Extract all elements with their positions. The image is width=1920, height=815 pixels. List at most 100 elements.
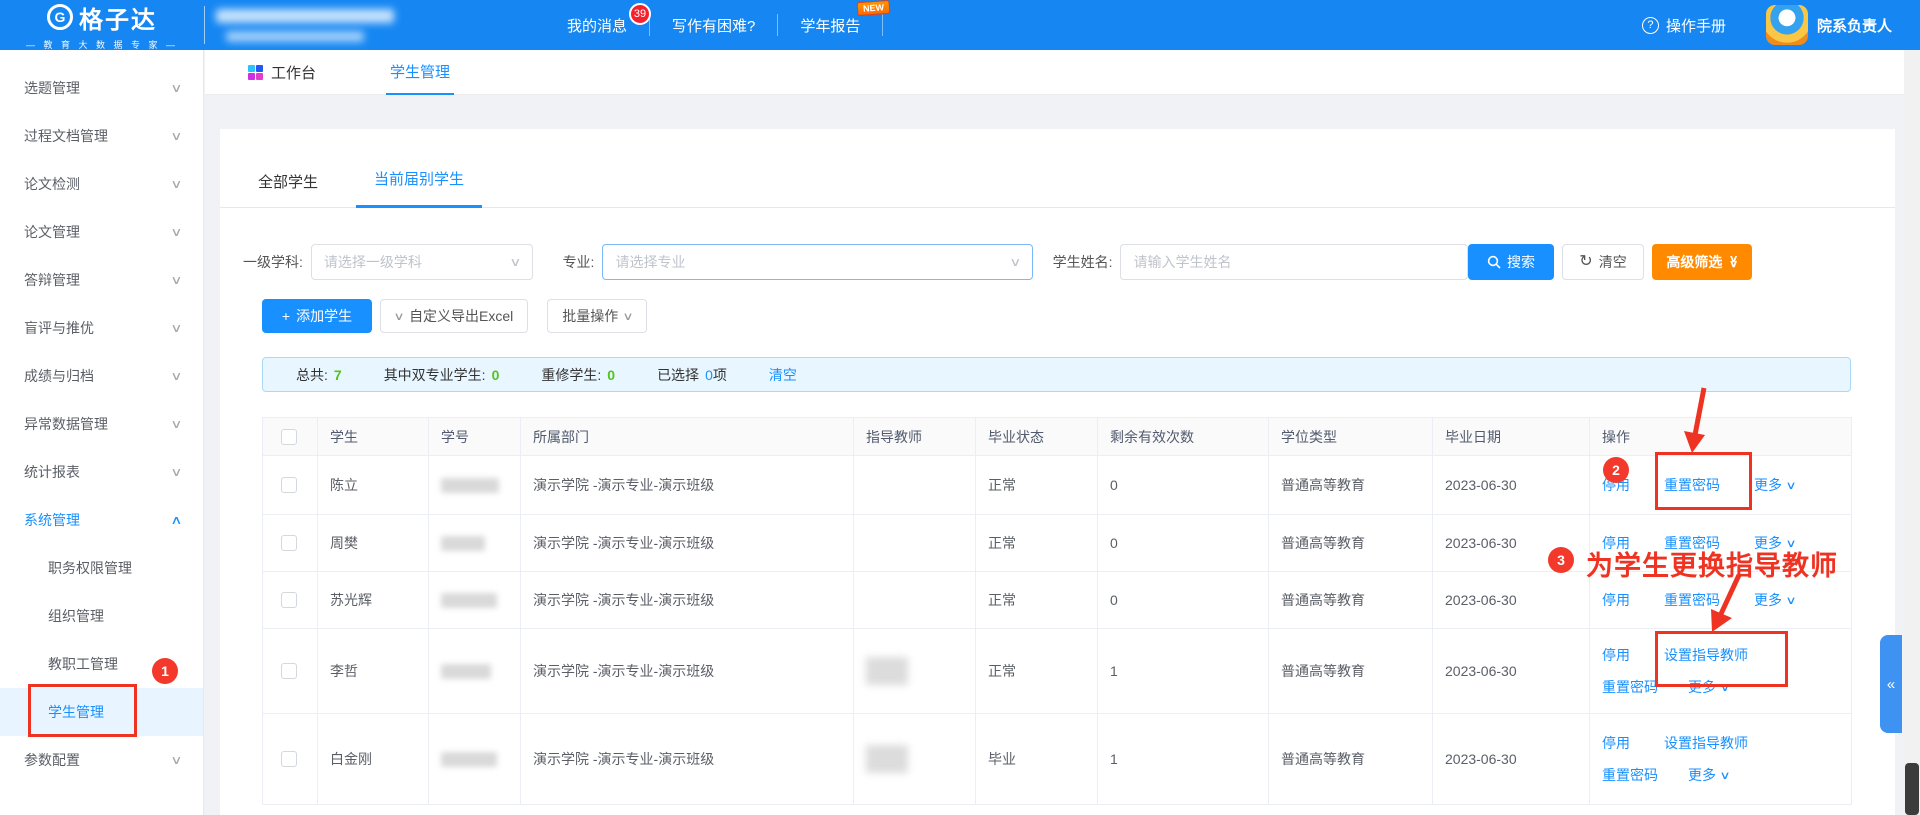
- sidebar-item-org-mgmt[interactable]: 组织管理: [0, 592, 203, 640]
- student-name: 周樊: [318, 515, 429, 572]
- sidebar-item-system-mgmt[interactable]: 系统管理 ∧: [0, 496, 203, 544]
- sidebar-item-grades-archive[interactable]: 成绩与归档 ∨: [0, 352, 203, 400]
- subtab-current-cohort[interactable]: 当前届别学生: [356, 168, 482, 208]
- tab-student-mgmt[interactable]: 学生管理: [386, 50, 454, 95]
- search-button[interactable]: 搜索: [1468, 244, 1554, 280]
- set-advisor-link[interactable]: 设置指导教师: [1664, 733, 1748, 753]
- sidebar-item-blind-review[interactable]: 盲评与推优 ∨: [0, 304, 203, 352]
- sidebar-item-topic-mgmt[interactable]: 选题管理 ∨: [0, 64, 203, 112]
- row-checkbox[interactable]: [281, 592, 297, 608]
- batch-actions-button[interactable]: 批量操作 ∨: [547, 299, 647, 333]
- scrollbar-thumb[interactable]: [1905, 763, 1919, 815]
- logo-subtitle: — 教 育 大 数 据 专 家 —: [0, 38, 204, 51]
- grad-status: 毕业: [976, 714, 1098, 805]
- message-count-badge: 39: [629, 3, 651, 25]
- reset-password-link[interactable]: 重置密码: [1664, 590, 1720, 610]
- advanced-filter-button[interactable]: 高级筛选 ∨∨: [1652, 244, 1752, 280]
- chevron-down-icon: ∨: [170, 81, 182, 95]
- sidebar-item-paper-mgmt[interactable]: 论文管理 ∨: [0, 208, 203, 256]
- more-dropdown[interactable]: 更多 ∨: [1754, 533, 1795, 553]
- menu-writing-help[interactable]: 写作有困难?: [650, 0, 777, 50]
- row-checkbox[interactable]: [281, 535, 297, 551]
- select-all-checkbox[interactable]: [281, 429, 297, 445]
- degree-type: 普通高等教育: [1269, 515, 1433, 572]
- user-menu[interactable]: 院系负责人: [1766, 5, 1892, 45]
- more-dropdown[interactable]: 更多 ∨: [1754, 475, 1795, 495]
- table-header-row: 学生 学号 所属部门 指导教师 毕业状态 剩余有效次数 学位类型 毕业日期 操作: [263, 418, 1852, 456]
- disable-link[interactable]: 停用: [1602, 475, 1630, 495]
- chevron-down-icon: ∨: [1785, 537, 1796, 550]
- table-row: 李哲 演示学院 -演示专业-演示班级 正常 1 普通高等教育 2023-06-3…: [263, 629, 1852, 714]
- sidebar-item-abnormal-data[interactable]: 异常数据管理 ∨: [0, 400, 203, 448]
- chevron-down-icon: ∨: [170, 129, 182, 143]
- menu-my-messages[interactable]: 我的消息 39: [545, 0, 649, 50]
- chevron-down-icon: ∨: [170, 321, 182, 335]
- disable-link[interactable]: 停用: [1602, 590, 1630, 610]
- double-chevron-down-icon: ∨∨: [1729, 257, 1739, 267]
- col-actions: 操作: [1590, 418, 1852, 456]
- subtab-all-students[interactable]: 全部学生: [240, 171, 336, 208]
- discipline-select[interactable]: 请选择一级学科 ∨: [311, 244, 533, 280]
- more-dropdown[interactable]: 更多 ∨: [1754, 590, 1795, 610]
- chevron-down-icon: ∨: [170, 225, 182, 239]
- help-manual-button[interactable]: ? 操作手册: [1642, 15, 1726, 36]
- search-icon: [1487, 255, 1501, 269]
- workbench-grid-icon: [248, 65, 263, 80]
- col-department: 所属部门: [521, 418, 854, 456]
- department: 演示学院 -演示专业-演示班级: [521, 714, 854, 805]
- more-dropdown[interactable]: 更多 ∨: [1688, 765, 1729, 785]
- advisor: [854, 572, 976, 629]
- department: 演示学院 -演示专业-演示班级: [521, 456, 854, 515]
- plus-icon: +: [282, 308, 290, 324]
- sidebar-item-statistics[interactable]: 统计报表 ∨: [0, 448, 203, 496]
- menu-separator: [882, 14, 883, 36]
- remaining-checks: 0: [1098, 456, 1269, 515]
- reset-password-link[interactable]: 重置密码: [1664, 475, 1720, 495]
- new-badge: NEW: [857, 0, 891, 16]
- disable-link[interactable]: 停用: [1602, 645, 1630, 665]
- sidebar-item-defense-mgmt[interactable]: 答辩管理 ∨: [0, 256, 203, 304]
- student-name-input[interactable]: [1120, 244, 1468, 280]
- sidebar-item-process-doc-mgmt[interactable]: 过程文档管理 ∨: [0, 112, 203, 160]
- set-advisor-link[interactable]: 设置指导教师: [1664, 645, 1748, 665]
- reset-password-link[interactable]: 重置密码: [1664, 533, 1720, 553]
- chevron-down-icon: ∨: [509, 255, 521, 269]
- sidebar-item-param-config[interactable]: 参数配置 ∨: [0, 736, 203, 784]
- chevron-down-icon: ∨: [1785, 479, 1796, 492]
- remaining-checks: 1: [1098, 629, 1269, 714]
- export-excel-button[interactable]: ∨ 自定义导出Excel: [380, 299, 528, 333]
- more-dropdown[interactable]: 更多 ∨: [1688, 677, 1729, 697]
- sidebar-item-staff-mgmt[interactable]: 教职工管理: [0, 640, 203, 688]
- row-checkbox[interactable]: [281, 751, 297, 767]
- sidebar-item-role-permission[interactable]: 职务权限管理: [0, 544, 203, 592]
- scrollbar-track[interactable]: [1904, 50, 1920, 815]
- chevron-down-icon: ∨: [393, 310, 404, 323]
- row-checkbox[interactable]: [281, 477, 297, 493]
- clear-button[interactable]: ↻ 清空: [1562, 244, 1644, 280]
- tab-workbench[interactable]: 工作台: [244, 50, 320, 95]
- menu-year-report[interactable]: 学年报告 NEW: [778, 0, 882, 50]
- reset-password-link[interactable]: 重置密码: [1602, 677, 1658, 697]
- col-student: 学生: [318, 418, 429, 456]
- disable-link[interactable]: 停用: [1602, 533, 1630, 553]
- col-grad-status: 毕业状态: [976, 418, 1098, 456]
- grad-date: 2023-06-30: [1433, 515, 1590, 572]
- sidebar-item-student-mgmt[interactable]: 学生管理: [0, 688, 203, 736]
- grad-date: 2023-06-30: [1433, 629, 1590, 714]
- retake-label: 重修学生:: [541, 365, 601, 385]
- col-advisor: 指导教师: [854, 418, 976, 456]
- selected-label: 已选择: [657, 365, 699, 385]
- chevron-down-icon: ∨: [170, 465, 182, 479]
- advisor-redacted: [866, 657, 908, 685]
- major-select[interactable]: 请选择专业 ∨: [602, 244, 1032, 280]
- row-checkbox[interactable]: [281, 663, 297, 679]
- disable-link[interactable]: 停用: [1602, 733, 1630, 753]
- user-role-label: 院系负责人: [1817, 15, 1892, 36]
- add-student-button[interactable]: + 添加学生: [262, 299, 372, 333]
- reset-password-link[interactable]: 重置密码: [1602, 765, 1658, 785]
- clear-selection-link[interactable]: 清空: [769, 365, 797, 385]
- sidebar-item-paper-check[interactable]: 论文检测 ∨: [0, 160, 203, 208]
- sidebar-collapse-handle[interactable]: «: [1880, 635, 1902, 733]
- advisor: [854, 515, 976, 572]
- department: 演示学院 -演示专业-演示班级: [521, 572, 854, 629]
